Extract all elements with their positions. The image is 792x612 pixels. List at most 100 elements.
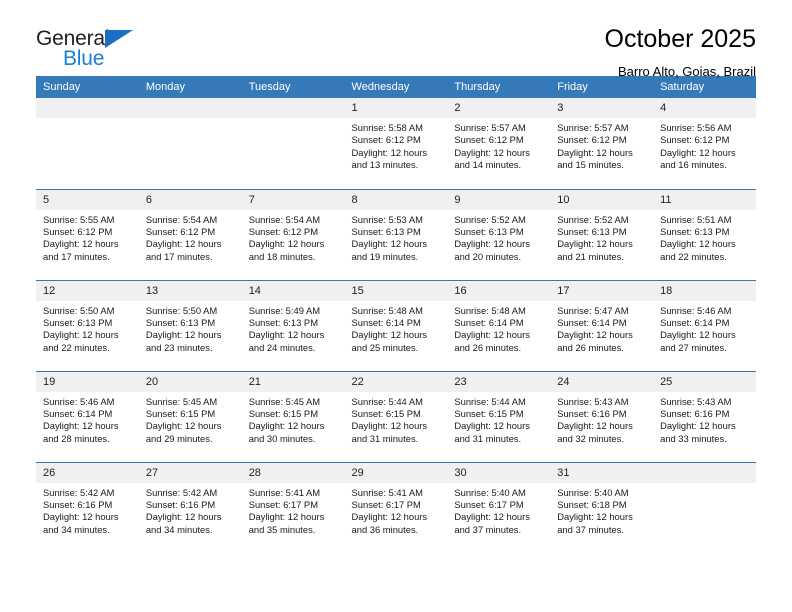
daylight-text-line2: and 37 minutes.	[557, 523, 624, 535]
daylight-text-line2: and 32 minutes.	[557, 432, 624, 444]
day-number	[241, 98, 345, 118]
daylight-text-line2: and 33 minutes.	[660, 432, 727, 444]
sunset-text: Sunset: 6:13 PM	[557, 225, 627, 237]
calendar-day-cell[interactable]: 1 Sunrise: 5:58 AM Sunset: 6:12 PM Daylight…	[344, 98, 448, 189]
calendar-day-cell[interactable]: 26 Sunrise: 5:42 AM Sunset: 6:16 PM Dayligh…	[36, 461, 139, 553]
calendar-day-cell[interactable]: 30 Sunrise: 5:40 AM Sunset: 6:17 PM Dayligh…	[447, 461, 551, 553]
sunrise-text: Sunrise: 5:47 AM	[557, 304, 629, 316]
calendar-week-row: 1 Sunrise: 5:58 AM Sunset: 6:12 PM Daylight…	[36, 98, 756, 189]
calendar-day-cell[interactable]: 17 Sunrise: 5:47 AM Sunset: 6:14 PM Dayligh…	[550, 279, 654, 371]
daylight-text-line1: Daylight: 12 hours	[43, 238, 119, 250]
daylight-text-line1: Daylight: 12 hours	[557, 146, 633, 158]
day-number: 28	[241, 462, 345, 483]
daylight-text-line2: and 21 minutes.	[557, 250, 624, 262]
calendar-day-cell[interactable]: 11 Sunrise: 5:51 AM Sunset: 6:13 PM Dayligh…	[653, 188, 756, 280]
daylight-text-line2: and 26 minutes.	[557, 341, 624, 353]
sunrise-text: Sunrise: 5:57 AM	[454, 122, 526, 133]
day-number: 24	[550, 371, 654, 392]
sunrise-text: Sunrise: 5:42 AM	[43, 486, 115, 498]
daylight-text-line1: Daylight: 12 hours	[43, 329, 119, 341]
calendar-day-cell[interactable]: 24 Sunrise: 5:43 AM Sunset: 6:16 PM Dayligh…	[550, 370, 654, 462]
calendar-day-cell[interactable]: 12 Sunrise: 5:50 AM Sunset: 6:13 PM Dayligh…	[36, 279, 139, 371]
sunrise-text: Sunrise: 5:44 AM	[454, 395, 526, 407]
day-number: 14	[241, 280, 345, 301]
day-details: Sunrise: 5:40 AM Sunset: 6:18 PM Daylight:…	[550, 483, 653, 537]
calendar-day-cell[interactable]: 4 Sunrise: 5:56 AM Sunset: 6:12 PM Daylight…	[653, 98, 756, 189]
logo-triangle-icon	[105, 30, 133, 48]
calendar-day-cell[interactable]: 21 Sunrise: 5:45 AM Sunset: 6:15 PM Dayligh…	[241, 370, 345, 462]
day-number: 29	[344, 462, 448, 483]
daylight-text-line2: and 24 minutes.	[248, 341, 316, 353]
calendar-day-cell[interactable]: 16 Sunrise: 5:48 AM Sunset: 6:14 PM Dayligh…	[447, 279, 551, 371]
sunrise-text: Sunrise: 5:40 AM	[557, 486, 629, 498]
sunrise-text: Sunrise: 5:52 AM	[557, 213, 629, 225]
day-details: Sunrise: 5:48 AM Sunset: 6:14 PM Daylight:…	[345, 301, 448, 355]
calendar-day-cell[interactable]: 18 Sunrise: 5:46 AM Sunset: 6:14 PM Dayligh…	[653, 279, 756, 371]
sunset-text: Sunset: 6:14 PM	[454, 316, 524, 328]
sunset-text: Sunset: 6:17 PM	[351, 498, 421, 510]
sunrise-text: Sunrise: 5:50 AM	[43, 304, 115, 316]
daylight-text-line1: Daylight: 12 hours	[43, 420, 119, 432]
daylight-text-line1: Daylight: 12 hours	[454, 511, 530, 523]
calendar-day-cell[interactable]: 27 Sunrise: 5:42 AM Sunset: 6:16 PM Dayligh…	[138, 461, 242, 553]
day-details: Sunrise: 5:57 AM Sunset: 6:12 PM Daylight:…	[550, 118, 653, 172]
calendar-day-cell[interactable]: 7 Sunrise: 5:54 AM Sunset: 6:12 PM Daylight…	[241, 188, 345, 280]
day-number: 13	[138, 280, 242, 301]
calendar-day-cell[interactable]: 14 Sunrise: 5:49 AM Sunset: 6:13 PM Dayligh…	[241, 279, 345, 371]
sunrise-text: Sunrise: 5:55 AM	[43, 213, 115, 225]
calendar-day-cell[interactable]: 10 Sunrise: 5:52 AM Sunset: 6:13 PM Dayligh…	[550, 188, 654, 280]
daylight-text-line2: and 17 minutes.	[43, 250, 110, 262]
calendar-day-cell[interactable]: 31 Sunrise: 5:40 AM Sunset: 6:18 PM Dayligh…	[550, 461, 654, 553]
sunrise-text: Sunrise: 5:41 AM	[248, 486, 321, 498]
day-details: Sunrise: 5:41 AM Sunset: 6:17 PM Daylight:…	[345, 483, 448, 537]
page-subtitle: Barro Alto, Goias, Brazil	[618, 64, 756, 79]
calendar-day-cell[interactable]: 25 Sunrise: 5:43 AM Sunset: 6:16 PM Dayligh…	[653, 370, 756, 462]
daylight-text-line1: Daylight: 12 hours	[454, 146, 530, 158]
page-title: October 2025	[604, 25, 757, 53]
calendar-day-cell[interactable]: 8 Sunrise: 5:53 AM Sunset: 6:13 PM Daylight…	[344, 188, 448, 280]
sunrise-text: Sunrise: 5:50 AM	[145, 304, 218, 316]
daylight-text-line1: Daylight: 12 hours	[248, 238, 325, 250]
calendar-day-cell[interactable]: 3 Sunrise: 5:57 AM Sunset: 6:12 PM Daylight…	[550, 98, 654, 189]
calendar-day-cell[interactable]: 6 Sunrise: 5:54 AM Sunset: 6:12 PM Daylight…	[138, 188, 242, 280]
day-number: 5	[36, 189, 139, 210]
day-details: Sunrise: 5:51 AM Sunset: 6:13 PM Daylight:…	[653, 210, 756, 264]
calendar-day-cell[interactable]: 13 Sunrise: 5:50 AM Sunset: 6:13 PM Dayligh…	[138, 279, 242, 371]
calendar-day-cell[interactable]: 5 Sunrise: 5:55 AM Sunset: 6:12 PM Daylight…	[36, 188, 139, 280]
calendar-day-cell[interactable]: 19 Sunrise: 5:46 AM Sunset: 6:14 PM Dayligh…	[36, 370, 139, 462]
sunrise-text: Sunrise: 5:41 AM	[351, 486, 423, 498]
calendar-day-cell[interactable]: 23 Sunrise: 5:44 AM Sunset: 6:15 PM Dayligh…	[447, 370, 551, 462]
day-details: Sunrise: 5:46 AM Sunset: 6:14 PM Daylight:…	[653, 301, 756, 355]
day-details: Sunrise: 5:42 AM Sunset: 6:16 PM Daylight:…	[36, 483, 139, 537]
sunset-text: Sunset: 6:16 PM	[145, 498, 216, 510]
sunset-text: Sunset: 6:16 PM	[557, 407, 627, 419]
daylight-text-line2: and 31 minutes.	[454, 432, 522, 444]
day-details: Sunrise: 5:54 AM Sunset: 6:12 PM Daylight:…	[242, 210, 345, 264]
day-number: 26	[36, 462, 139, 483]
calendar-day-cell[interactable]: 2 Sunrise: 5:57 AM Sunset: 6:12 PM Daylight…	[447, 98, 551, 189]
day-number: 30	[447, 462, 551, 483]
day-number: 25	[653, 371, 756, 392]
sunset-text: Sunset: 6:15 PM	[145, 407, 216, 419]
sunrise-text: Sunrise: 5:52 AM	[454, 213, 526, 225]
calendar-day-cell[interactable]: 20 Sunrise: 5:45 AM Sunset: 6:15 PM Dayligh…	[138, 370, 242, 462]
daylight-text-line1: Daylight: 12 hours	[454, 420, 530, 432]
sunrise-text: Sunrise: 5:48 AM	[454, 304, 526, 316]
daylight-text-line1: Daylight: 12 hours	[248, 420, 325, 432]
daylight-text-line2: and 34 minutes.	[145, 523, 213, 535]
calendar-day-cell[interactable]: 29 Sunrise: 5:41 AM Sunset: 6:17 PM Dayligh…	[344, 461, 448, 553]
calendar-day-cell[interactable]: 15 Sunrise: 5:48 AM Sunset: 6:14 PM Dayligh…	[344, 279, 448, 371]
daylight-text-line1: Daylight: 12 hours	[351, 238, 428, 250]
daylight-text-line1: Daylight: 12 hours	[351, 511, 428, 523]
sunset-text: Sunset: 6:16 PM	[43, 498, 113, 510]
day-details: Sunrise: 5:54 AM Sunset: 6:12 PM Daylight:…	[139, 210, 242, 264]
calendar-day-cell[interactable]: 22 Sunrise: 5:44 AM Sunset: 6:15 PM Dayligh…	[344, 370, 448, 462]
day-details: Sunrise: 5:58 AM Sunset: 6:12 PM Daylight:…	[345, 118, 448, 172]
calendar-day-cell[interactable]: 28 Sunrise: 5:41 AM Sunset: 6:17 PM Dayligh…	[241, 461, 345, 553]
day-details: Sunrise: 5:41 AM Sunset: 6:17 PM Daylight:…	[242, 483, 345, 537]
daylight-text-line2: and 22 minutes.	[660, 250, 727, 262]
calendar-day-cell[interactable]: 9 Sunrise: 5:52 AM Sunset: 6:13 PM Daylight…	[447, 188, 551, 280]
sunrise-text: Sunrise: 5:49 AM	[248, 304, 321, 316]
sunset-text: Sunset: 6:12 PM	[660, 134, 730, 146]
day-details: Sunrise: 5:43 AM Sunset: 6:16 PM Daylight:…	[550, 392, 653, 446]
